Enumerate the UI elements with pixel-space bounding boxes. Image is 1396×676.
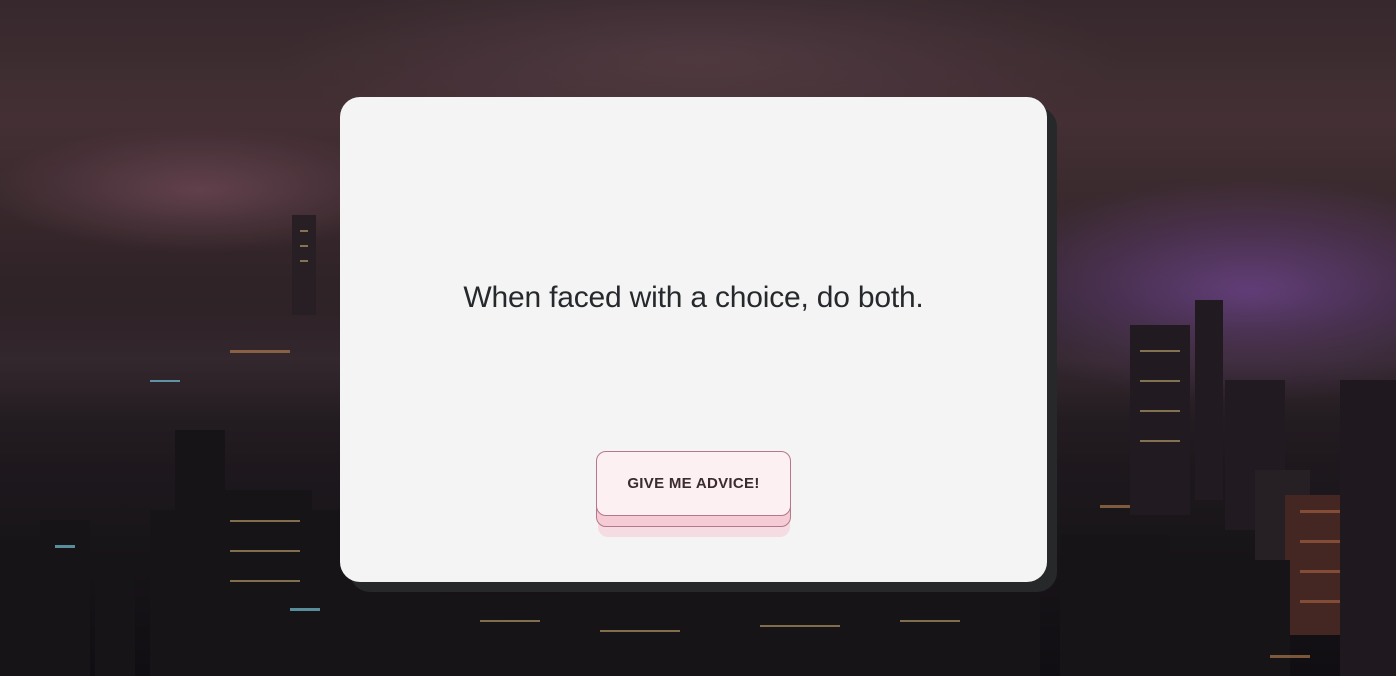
advice-text: When faced with a choice, do both.: [463, 281, 924, 314]
give-me-advice-button[interactable]: GIVE ME ADVICE!: [596, 451, 791, 516]
advice-card: When faced with a choice, do both. GIVE …: [340, 97, 1047, 582]
